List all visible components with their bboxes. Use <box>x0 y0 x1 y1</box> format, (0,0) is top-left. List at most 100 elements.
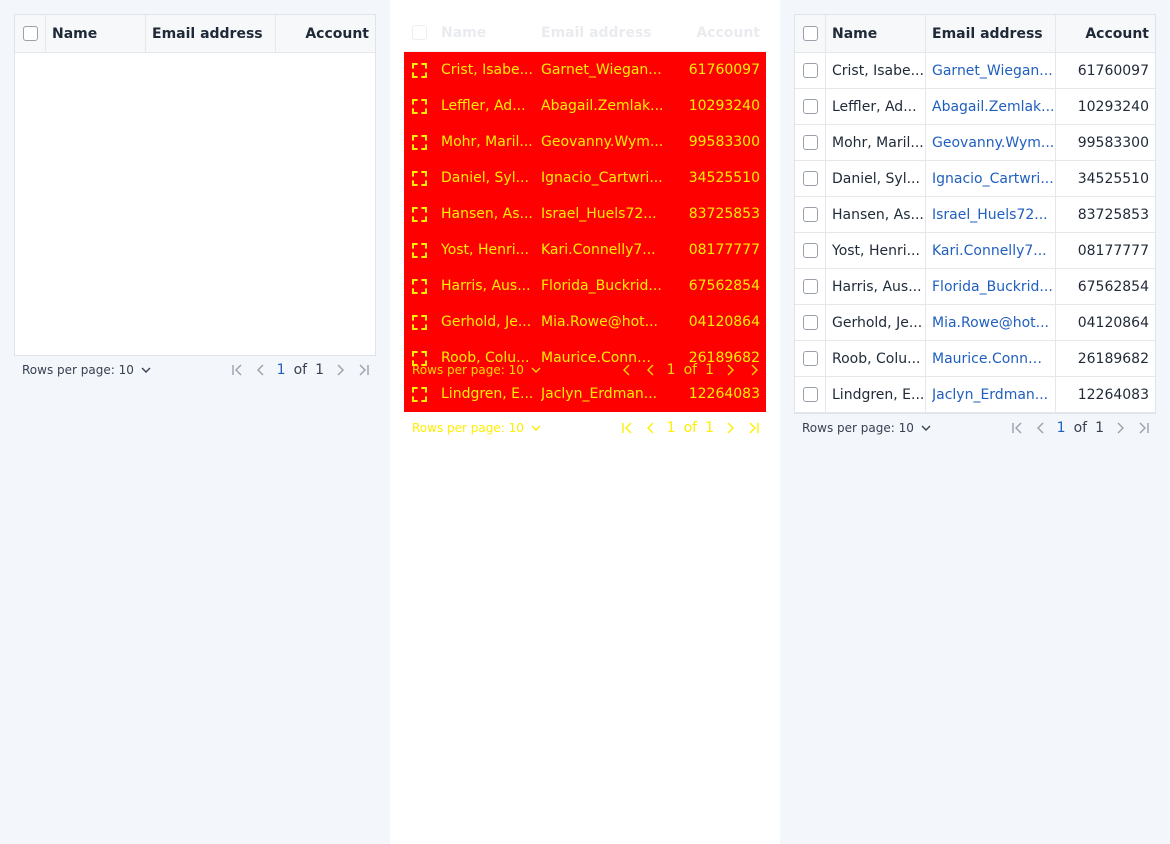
row-checkbox[interactable] <box>802 99 818 114</box>
cell-name: Lindgren, E... <box>441 386 534 402</box>
rows-per-page-select[interactable]: Rows per page: 10 <box>794 421 932 435</box>
next-page-icon <box>722 362 738 378</box>
row-checkbox[interactable] <box>802 351 818 366</box>
table-row[interactable]: Lindgren, E... Jaclyn_Erdman... 12264083 <box>795 377 1155 413</box>
prev-page-icon <box>643 420 659 436</box>
cell-account: 26189682 <box>1077 350 1149 367</box>
cell-name: Daniel, Syl... <box>441 170 529 186</box>
next-page-icon <box>746 362 762 378</box>
next-page-icon[interactable] <box>332 362 348 378</box>
chevron-down-icon <box>141 367 151 373</box>
cell-email[interactable]: Ignacio_Cartwri... <box>932 171 1054 187</box>
table-row: Hansen, As... Israel_Huels72... 83725853 <box>404 196 766 232</box>
table-row[interactable]: Harris, Aus... Florida_Buckrid... 67562854 <box>795 269 1155 305</box>
prev-page-icon <box>619 362 635 378</box>
cell-name: Lindgren, E... <box>832 386 925 403</box>
row-checkbox <box>411 134 427 150</box>
current-page: 1 <box>276 362 286 378</box>
cell-email: Florida_Buckrid... <box>541 278 662 294</box>
cell-name: Hansen, As... <box>832 206 924 223</box>
cell-email[interactable]: Israel_Huels72... <box>932 207 1048 223</box>
cell-name: Crist, Isabe... <box>832 62 924 79</box>
row-checkbox[interactable] <box>802 135 818 150</box>
panel-populated: Name Email address Account Crist, Isabe.… <box>780 0 1170 844</box>
cell-account: 34525510 <box>1077 170 1149 187</box>
col-account[interactable]: Account <box>305 26 369 42</box>
ghost-of-2: of <box>683 420 698 436</box>
table-row[interactable]: Hansen, As... Israel_Huels72... 83725853 <box>795 197 1155 233</box>
next-page-icon[interactable] <box>1112 420 1128 436</box>
table-row: Mohr, Maril... Geovanny.Wym... 99583300 <box>404 124 766 160</box>
cell-account: 61760097 <box>1077 62 1149 79</box>
cell-account: 04120864 <box>1077 314 1149 331</box>
cell-email[interactable]: Garnet_Wiegan... <box>932 63 1053 79</box>
prev-page-icon[interactable] <box>1033 420 1049 436</box>
row-checkbox[interactable] <box>802 315 818 330</box>
cell-email[interactable]: Geovanny.Wym... <box>932 135 1054 151</box>
row-checkbox[interactable] <box>802 279 818 294</box>
table-row[interactable]: Gerhold, Je... Mia.Rowe@hot... 04120864 <box>795 305 1155 341</box>
row-checkbox <box>411 206 427 222</box>
row-checkbox[interactable] <box>802 63 818 78</box>
total-pages: 1 <box>315 362 324 378</box>
select-all-checkbox[interactable] <box>22 26 38 41</box>
prev-page-icon[interactable] <box>253 362 269 378</box>
col-name[interactable]: Name <box>52 26 97 42</box>
cell-email: Abagail.Zemlak... <box>541 98 664 114</box>
total-pages: 1 <box>1095 420 1104 436</box>
table-row[interactable]: Leffler, Ad... Abagail.Zemlak... 10293240 <box>795 89 1155 125</box>
table-row[interactable]: Daniel, Syl... Ignacio_Cartwri... 34525510 <box>795 161 1155 197</box>
cell-name: Leffler, Ad... <box>441 98 526 114</box>
col-account[interactable]: Account <box>1085 26 1149 42</box>
select-all-checkbox[interactable] <box>802 26 818 41</box>
rows-per-page-select[interactable]: Rows per page: 10 <box>14 363 152 377</box>
first-page-icon[interactable] <box>1009 420 1025 436</box>
row-checkbox[interactable] <box>802 171 818 186</box>
rows-per-page-label: Rows per page: 10 <box>802 421 914 435</box>
cell-name: Hansen, As... <box>441 206 533 222</box>
row-checkbox[interactable] <box>802 387 818 402</box>
cell-account: 10293240 <box>1077 98 1149 115</box>
chevron-down-icon <box>921 425 931 431</box>
col-name[interactable]: Name <box>832 26 877 42</box>
ghost-rows-per-page-2: Rows per page: 10 <box>412 421 524 435</box>
cell-account: 12264083 <box>1077 386 1149 403</box>
cell-name: Harris, Aus... <box>441 278 531 294</box>
row-checkbox[interactable] <box>802 243 818 258</box>
last-page-icon[interactable] <box>1136 420 1152 436</box>
col-email[interactable]: Email address <box>152 26 263 42</box>
cell-email: Kari.Connelly7... <box>541 242 656 258</box>
table-row: Leffler, Ad... Abagail.Zemlak... 10293240 <box>404 88 766 124</box>
ghost-total-2: 1 <box>705 420 714 436</box>
ghost-footer: Rows per page: 10 1 of 1 <box>404 412 766 444</box>
row-checkbox[interactable] <box>802 207 818 222</box>
table-row[interactable]: Crist, Isabe... Garnet_Wiegan... 61760097 <box>795 53 1155 89</box>
cell-email[interactable]: Maurice.Conn@... <box>932 351 1055 367</box>
ghost-current-page: 1 <box>666 362 676 378</box>
row-checkbox <box>411 170 427 186</box>
cell-email[interactable]: Florida_Buckrid... <box>932 279 1053 295</box>
ghost-footer-shifted: Rows per page: 10 1 of 1 <box>404 354 766 386</box>
table-row[interactable]: Roob, Colu... Maurice.Conn@... 26189682 <box>795 341 1155 377</box>
col-email[interactable]: Email address <box>932 26 1043 42</box>
cell-account: 61760097 <box>688 62 760 78</box>
pagination: 1 of 1 <box>1009 420 1156 436</box>
cell-email[interactable]: Mia.Rowe@hot... <box>932 315 1049 331</box>
cell-email[interactable]: Kari.Connelly7... <box>932 243 1047 259</box>
ghost-col-email: Email address <box>541 24 652 41</box>
first-page-icon[interactable] <box>229 362 245 378</box>
cell-email: Israel_Huels72... <box>541 206 657 222</box>
cell-email[interactable]: Jaclyn_Erdman... <box>932 387 1048 403</box>
cell-account: 99583300 <box>688 134 760 150</box>
row-checkbox <box>411 314 427 330</box>
panel-empty: Name Email address Account Rows per page… <box>0 0 390 844</box>
ghost-current-page-2: 1 <box>666 420 676 436</box>
rows-per-page-label: Rows per page: 10 <box>22 363 134 377</box>
table-row[interactable]: Mohr, Maril... Geovanny.Wym... 99583300 <box>795 125 1155 161</box>
cell-email: Garnet_Wiegan... <box>541 62 662 78</box>
row-checkbox <box>411 242 427 258</box>
last-page-icon[interactable] <box>356 362 372 378</box>
table-row[interactable]: Yost, Henri... Kari.Connelly7... 08177777 <box>795 233 1155 269</box>
cell-email[interactable]: Abagail.Zemlak... <box>932 99 1055 115</box>
pagination: 1 of 1 <box>229 362 376 378</box>
